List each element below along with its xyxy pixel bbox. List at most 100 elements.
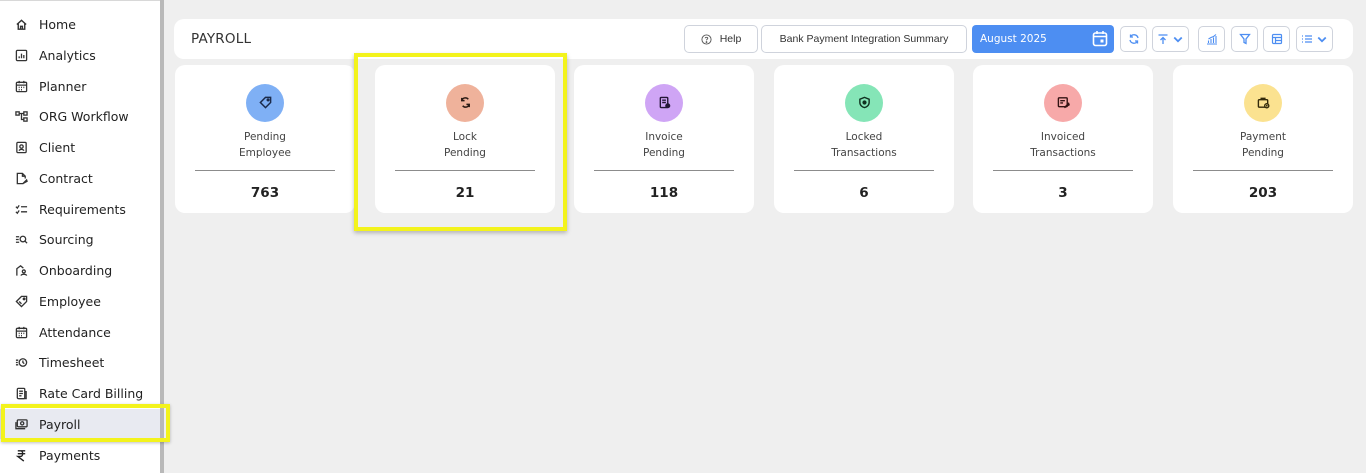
card-icon-circle	[1044, 84, 1082, 122]
bank-payment-summary-button[interactable]: Bank Payment Integration Summary	[761, 25, 967, 53]
card-payment-pending[interactable]: Payment Pending 203	[1173, 65, 1353, 213]
home-icon	[14, 17, 28, 31]
card-divider	[1193, 170, 1333, 171]
sidebar-item-employee[interactable]: Employee	[0, 286, 160, 316]
sidebar-item-label: ORG Workflow	[39, 108, 129, 124]
refresh-icon	[1128, 30, 1140, 49]
card-value: 763	[250, 185, 280, 201]
workflow-icon	[14, 109, 28, 123]
calendar-icon	[14, 79, 28, 93]
card-label: Invoiced Transactions	[1030, 131, 1096, 159]
chart-view-button[interactable]	[1198, 26, 1225, 52]
sidebar-item-contract[interactable]: Contract	[0, 163, 160, 193]
card-value: 3	[1058, 185, 1068, 201]
sidebar-item-label: Contract	[39, 170, 93, 186]
document-icon	[14, 386, 28, 400]
card-icon-circle	[645, 84, 683, 122]
sort-icon	[1157, 30, 1169, 49]
card-icon-circle	[246, 84, 284, 122]
period-value: August 2025	[980, 33, 1047, 45]
tag-icon	[14, 294, 28, 308]
card-divider	[794, 170, 934, 171]
table-icon	[1271, 30, 1283, 49]
clock-list-icon	[14, 355, 28, 369]
sidebar-item-attendance[interactable]: Attendance	[0, 317, 160, 347]
card-label: Locked Transactions	[831, 131, 897, 159]
sidebar-item-label: Rate Card Billing	[39, 385, 144, 401]
sort-button[interactable]	[1152, 26, 1189, 52]
card-value: 6	[859, 185, 869, 201]
filter-icon	[1238, 30, 1251, 49]
sidebar-item-planner[interactable]: Planner	[0, 71, 160, 101]
card-value: 118	[649, 185, 679, 201]
payroll-icon	[14, 417, 28, 431]
sidebar-item-label: Analytics	[39, 47, 96, 63]
sidebar-item-payments[interactable]: Payments	[0, 440, 160, 470]
card-icon-circle	[1244, 84, 1282, 122]
invoice-icon	[658, 94, 671, 113]
sidebar-item-label: Payroll	[39, 416, 81, 432]
contract-icon	[14, 171, 28, 185]
client-icon	[14, 140, 28, 154]
sidebar-item-label: Client	[39, 139, 76, 155]
card-divider	[993, 170, 1133, 171]
sidebar-item-rate-card-billing[interactable]: Rate Card Billing	[0, 378, 160, 408]
card-locked-transactions[interactable]: Locked Transactions 6	[774, 65, 954, 213]
sidebar-item-label: Sourcing	[39, 231, 94, 247]
sidebar-item-onboarding[interactable]: Onboarding	[0, 255, 160, 285]
calendar-icon	[14, 325, 28, 339]
card-label: Lock Pending	[444, 131, 486, 159]
card-label: Pending Employee	[238, 131, 291, 159]
briefcase-clock-icon	[1257, 94, 1270, 113]
sidebar-item-payroll[interactable]: Payroll	[0, 409, 160, 439]
card-lock-pending[interactable]: Lock Pending 21	[375, 65, 555, 213]
list-options-button[interactable]	[1296, 26, 1333, 52]
table-view-button[interactable]	[1263, 26, 1290, 52]
card-value: 203	[1248, 185, 1278, 201]
sidebar-item-timesheet[interactable]: Timesheet	[0, 347, 160, 377]
lock-swap-icon	[459, 94, 472, 113]
filter-button[interactable]	[1231, 26, 1258, 52]
sidebar-item-label: Planner	[39, 78, 87, 94]
sidebar-item-requirements[interactable]: Requirements	[0, 194, 160, 224]
chevron-down-icon	[1316, 30, 1328, 49]
chart-icon	[1206, 30, 1218, 49]
card-invoiced-transactions[interactable]: Invoiced Transactions 3	[973, 65, 1153, 213]
card-label: Payment Pending	[1240, 131, 1286, 159]
rupee-icon	[14, 448, 28, 462]
sidebar-item-label: Requirements	[39, 201, 126, 217]
sidebar-item-home[interactable]: Home	[0, 9, 160, 39]
sidebar-divider	[160, 0, 164, 473]
sidebar-item-label: Attendance	[39, 324, 111, 340]
sidebar-item-analytics[interactable]: Analytics	[0, 40, 160, 70]
page-title: PAYROLL	[191, 31, 252, 47]
onboarding-icon	[14, 263, 28, 277]
list-icon	[1301, 30, 1313, 49]
checklist-icon	[14, 202, 28, 216]
card-label: Invoice Pending	[643, 131, 685, 159]
analytics-icon	[14, 48, 28, 62]
help-button[interactable]: Help	[684, 25, 758, 53]
shield-icon	[858, 94, 871, 113]
sidebar-item-org-workflow[interactable]: ORG Workflow	[0, 101, 160, 131]
sidebar-item-sourcing[interactable]: Sourcing	[0, 224, 160, 254]
sidebar-item-label: Home	[39, 16, 76, 32]
sidebar-item-label: Timesheet	[39, 354, 105, 370]
sidebar-item-label: Employee	[39, 293, 101, 309]
card-invoice-pending[interactable]: Invoice Pending 118	[574, 65, 754, 213]
tag-icon	[258, 94, 272, 113]
card-value: 21	[455, 185, 475, 201]
calendar-icon[interactable]	[1092, 30, 1108, 50]
search-list-icon	[14, 232, 28, 246]
sidebar: Home Analytics Planner ORG Workflow Clie…	[0, 0, 160, 473]
card-pending-employee[interactable]: Pending Employee 763	[175, 65, 355, 213]
sidebar-item-client[interactable]: Client	[0, 132, 160, 162]
help-icon	[701, 33, 712, 45]
period-picker[interactable]: August 2025	[972, 25, 1114, 53]
chevron-down-icon	[1172, 30, 1184, 49]
card-divider	[395, 170, 535, 171]
invoice-edit-icon	[1057, 94, 1070, 113]
sidebar-item-label: Onboarding	[39, 262, 113, 278]
refresh-button[interactable]	[1120, 26, 1147, 52]
help-label: Help	[719, 33, 742, 45]
